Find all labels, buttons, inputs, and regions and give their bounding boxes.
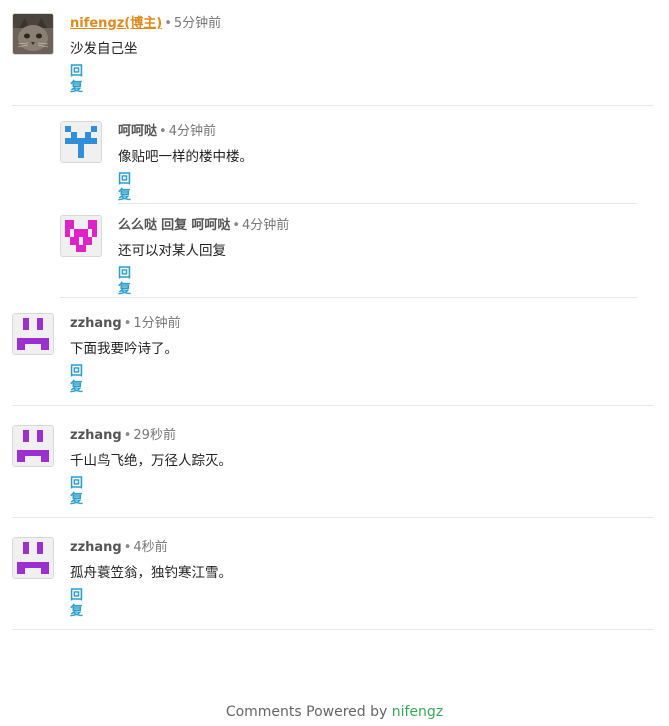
comment-text: 下面我要吟诗了。 xyxy=(70,341,178,357)
comment-time: 4秒前 xyxy=(133,540,168,555)
reply-button[interactable]: 回复 xyxy=(70,364,83,396)
identicon-purple-icon xyxy=(13,426,53,466)
divider xyxy=(12,629,654,630)
divider xyxy=(12,517,654,518)
reply-button[interactable]: 回复 xyxy=(70,476,83,508)
comment-text: 像贴吧一样的楼中楼。 xyxy=(118,149,253,165)
comment-time: 4分钟前 xyxy=(168,124,216,139)
footer-powered-by: Comments Powered by xyxy=(225,704,392,720)
reply-button[interactable]: 回复 xyxy=(70,64,83,96)
comment-time: 29秒前 xyxy=(133,428,176,443)
author-name[interactable]: zzhang xyxy=(70,540,122,555)
comment-time: 1分钟前 xyxy=(133,316,181,331)
reply-to-label: 回复 xyxy=(161,218,188,233)
identicon-purple-icon xyxy=(13,538,53,578)
author-name[interactable]: 么么哒 xyxy=(118,218,157,233)
footer-brand-link[interactable]: nifengz xyxy=(392,704,443,720)
identicon-magenta-icon xyxy=(61,216,101,256)
author-name[interactable]: 呵呵哒 xyxy=(118,124,157,139)
separator-dot: • xyxy=(232,218,240,233)
avatar[interactable] xyxy=(60,121,102,163)
identicon-purple-icon xyxy=(13,314,53,354)
comment-text: 沙发自己坐 xyxy=(70,41,138,57)
author-name[interactable]: zzhang xyxy=(70,428,122,443)
identicon-blue-icon xyxy=(61,122,101,162)
divider xyxy=(12,405,654,406)
divider xyxy=(12,105,654,106)
avatar[interactable] xyxy=(12,537,54,579)
separator-dot: • xyxy=(123,540,132,555)
comment-text: 千山鸟飞绝，万径人踪灭。 xyxy=(70,453,232,469)
comment-text: 还可以对某人回复 xyxy=(118,243,226,259)
separator-dot: • xyxy=(159,124,167,139)
footer: Comments Powered by nifengz xyxy=(0,704,669,720)
separator-dot: • xyxy=(123,428,132,443)
reply-to-author[interactable]: 呵呵哒 xyxy=(191,218,230,233)
comment-text: 孤舟蓑笠翁，独钓寒江雪。 xyxy=(70,565,232,581)
author-name[interactable]: zzhang xyxy=(70,316,122,331)
comment-time: 4分钟前 xyxy=(242,218,290,233)
avatar[interactable] xyxy=(12,425,54,467)
author-name[interactable]: nifengz(博主) xyxy=(70,16,162,31)
divider xyxy=(60,297,637,298)
divider xyxy=(118,203,637,204)
avatar[interactable] xyxy=(12,313,54,355)
comment-time: 5分钟前 xyxy=(173,16,222,31)
cat-avatar-icon xyxy=(13,14,53,54)
reply-button[interactable]: 回复 xyxy=(70,588,83,620)
avatar[interactable] xyxy=(12,13,54,55)
separator-dot: • xyxy=(164,16,172,31)
reply-button[interactable]: 回复 xyxy=(118,266,131,298)
reply-button[interactable]: 回复 xyxy=(118,172,131,204)
avatar[interactable] xyxy=(60,215,102,257)
separator-dot: • xyxy=(123,316,132,331)
